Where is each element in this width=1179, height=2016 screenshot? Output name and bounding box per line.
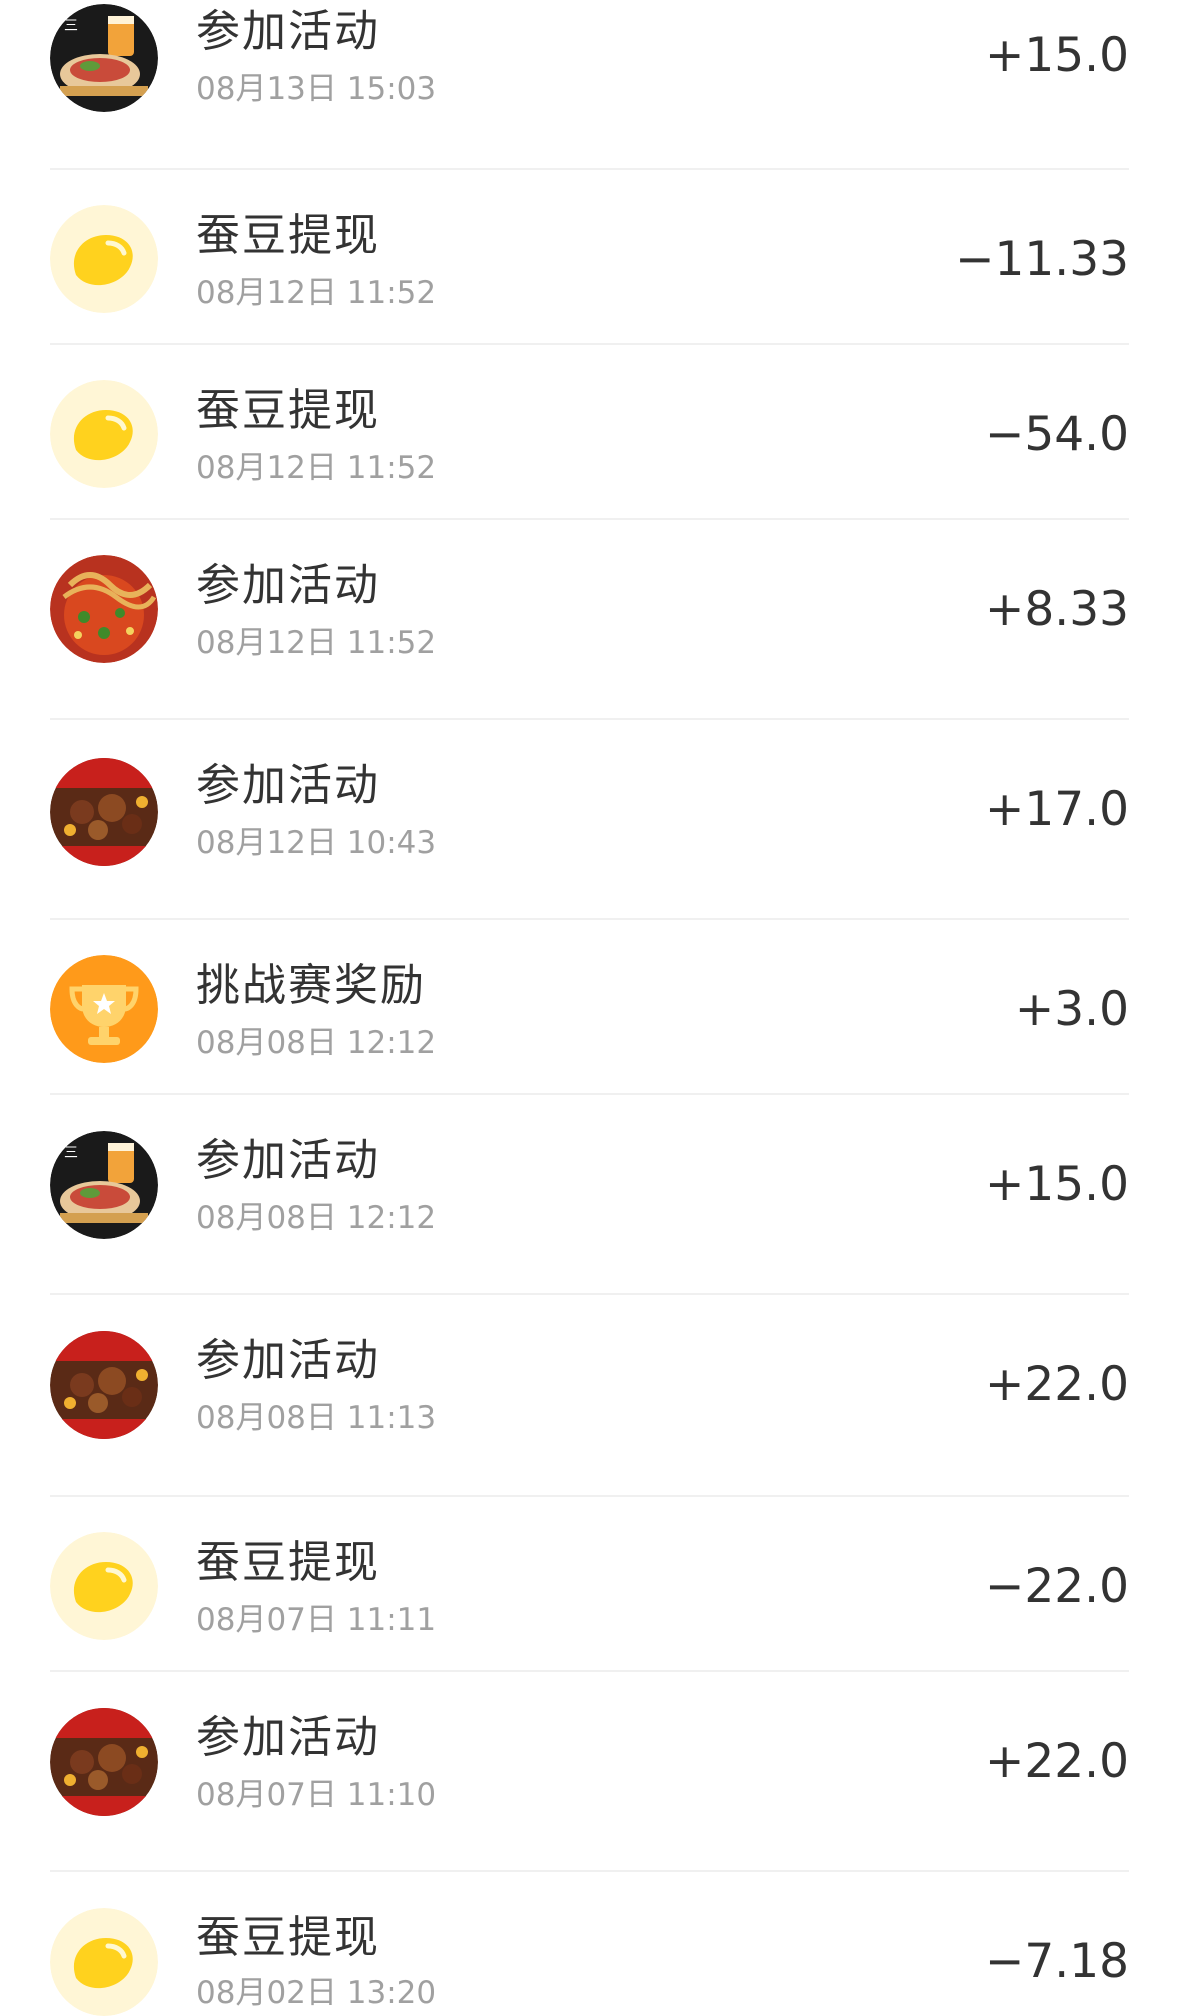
- list-item[interactable]: 蚕豆提现 08月02日 13:20 −7.18: [50, 1872, 1129, 2016]
- record-title: 参加活动: [196, 6, 380, 57]
- wrap-food-icon: 三: [50, 4, 158, 112]
- list-item[interactable]: 三 参加活动 08月08日 12:12 +15.0: [50, 1095, 1129, 1295]
- bean-icon: [50, 1908, 158, 2016]
- record-title: 蚕豆提现: [196, 1912, 380, 1963]
- record-time: 08月07日 11:10: [196, 1777, 437, 1813]
- list-item[interactable]: 挑战赛奖励 08月08日 12:12 +3.0: [50, 920, 1129, 1095]
- bean-icon: [50, 380, 158, 488]
- record-amount: +15.0: [984, 28, 1129, 83]
- record-title: 蚕豆提现: [196, 1537, 380, 1588]
- record-title: 参加活动: [196, 1135, 380, 1186]
- record-title: 蚕豆提现: [196, 210, 380, 261]
- list-item[interactable]: 参加活动 08月12日 10:43 +17.0: [50, 720, 1129, 920]
- record-title: 参加活动: [196, 1335, 380, 1386]
- list-item[interactable]: 三 参加活动 08月13日 15:03 +15.0: [50, 0, 1129, 170]
- trophy-icon: [50, 955, 158, 1063]
- list-item[interactable]: 参加活动 08月07日 11:10 +22.0: [50, 1672, 1129, 1872]
- record-time: 08月13日 15:03: [196, 71, 437, 107]
- record-amount: +8.33: [984, 582, 1129, 637]
- record-amount: −7.18: [984, 1934, 1129, 1989]
- wrap-food-icon: 三: [50, 1131, 158, 1239]
- record-time: 08月08日 12:12: [196, 1025, 437, 1061]
- list-item[interactable]: 蚕豆提现 08月12日 11:52 −54.0: [50, 345, 1129, 520]
- record-time: 08月12日 11:52: [196, 275, 437, 311]
- record-title: 挑战赛奖励: [196, 960, 426, 1011]
- record-amount: +22.0: [984, 1734, 1129, 1789]
- svg-text:三: 三: [64, 1145, 78, 1161]
- record-amount: +15.0: [984, 1157, 1129, 1212]
- bean-icon: [50, 1532, 158, 1640]
- record-title: 参加活动: [196, 1712, 380, 1763]
- record-time: 08月12日 11:52: [196, 450, 437, 486]
- svg-text:三: 三: [64, 18, 78, 34]
- list-item[interactable]: 蚕豆提现 08月12日 11:52 −11.33: [50, 170, 1129, 345]
- record-amount: +22.0: [984, 1357, 1129, 1412]
- record-time: 08月07日 11:11: [196, 1602, 437, 1638]
- bean-icon: [50, 205, 158, 313]
- duck-food-icon: [50, 758, 158, 866]
- record-title: 参加活动: [196, 760, 380, 811]
- noodles-food-icon: [50, 555, 158, 663]
- record-time: 08月12日 11:52: [196, 625, 437, 661]
- record-amount: +17.0: [984, 782, 1129, 837]
- list-item[interactable]: 参加活动 08月12日 11:52 +8.33: [50, 520, 1129, 720]
- record-time: 08月08日 11:13: [196, 1400, 437, 1436]
- record-time: 08月08日 12:12: [196, 1200, 437, 1236]
- duck-food-icon: [50, 1331, 158, 1439]
- list-item[interactable]: 蚕豆提现 08月07日 11:11 −22.0: [50, 1497, 1129, 1672]
- record-title: 蚕豆提现: [196, 385, 380, 436]
- record-amount: −11.33: [955, 232, 1129, 287]
- transaction-list: 三 参加活动 08月13日 15:03 +15.0 蚕豆提现 08月12日 11…: [0, 0, 1179, 2016]
- duck-food-icon: [50, 1708, 158, 1816]
- list-item[interactable]: 参加活动 08月08日 11:13 +22.0: [50, 1295, 1129, 1497]
- record-time: 08月12日 10:43: [196, 825, 437, 861]
- record-amount: −54.0: [984, 407, 1129, 462]
- record-amount: +3.0: [1014, 982, 1129, 1037]
- record-title: 参加活动: [196, 560, 380, 611]
- record-time: 08月02日 13:20: [196, 1975, 437, 2011]
- record-amount: −22.0: [984, 1559, 1129, 1614]
